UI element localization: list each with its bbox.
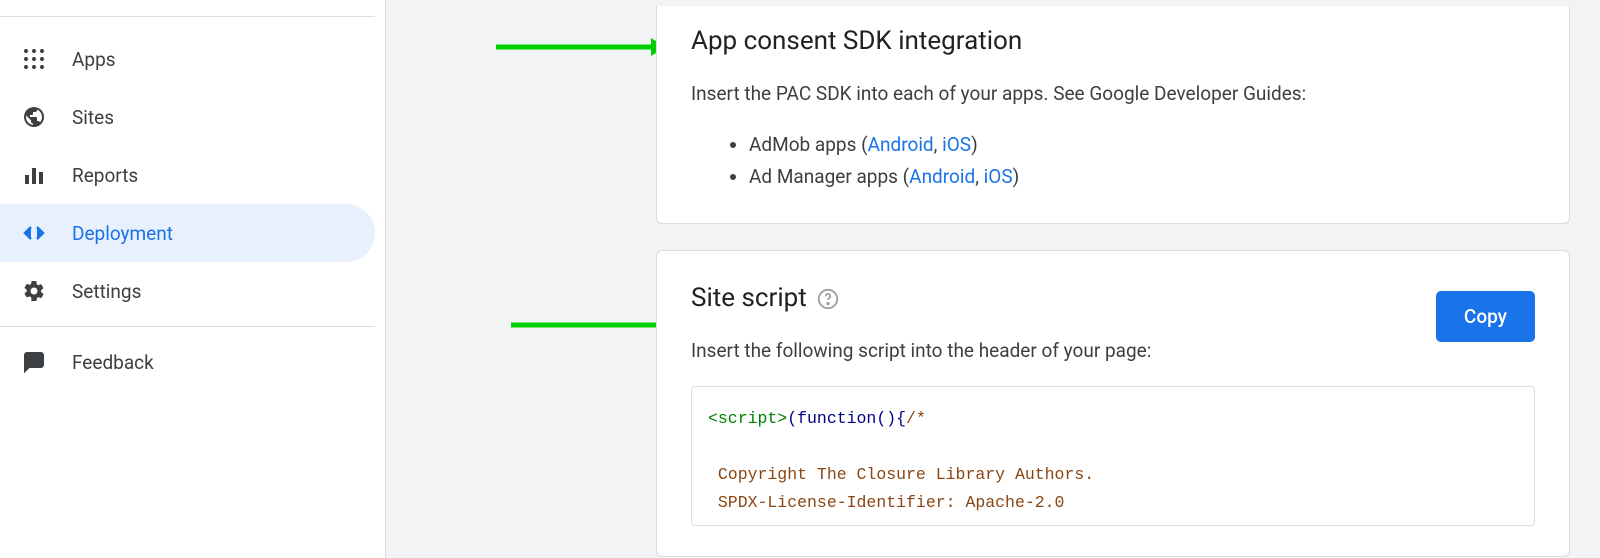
link-ios[interactable]: iOS bbox=[942, 133, 971, 156]
link-android[interactable]: Android bbox=[909, 165, 975, 188]
sidebar-item-deployment[interactable]: Deployment bbox=[0, 204, 375, 262]
nav-list-footer: Feedback bbox=[0, 333, 385, 391]
sidebar-item-reports[interactable]: Reports bbox=[0, 146, 375, 204]
link-android[interactable]: Android bbox=[868, 133, 934, 156]
main-content: App consent SDK integration Insert the P… bbox=[386, 0, 1600, 558]
sidebar-divider bbox=[0, 16, 375, 17]
guide-list: AdMob apps (Android, iOS) Ad Manager app… bbox=[691, 129, 1535, 194]
copy-button[interactable]: Copy bbox=[1436, 291, 1535, 342]
card-site-script: Site script Copy Insert the following sc… bbox=[656, 250, 1570, 557]
sidebar-item-label: Feedback bbox=[72, 351, 154, 374]
gear-icon bbox=[22, 279, 46, 303]
sidebar: Apps Sites Reports Deployment bbox=[0, 0, 386, 558]
sidebar-separator bbox=[0, 326, 375, 327]
sidebar-item-sites[interactable]: Sites bbox=[0, 88, 375, 146]
bar-chart-icon bbox=[22, 163, 46, 187]
sidebar-item-label: Deployment bbox=[72, 222, 173, 245]
card-description: Insert the following script into the hea… bbox=[691, 337, 1535, 366]
help-icon[interactable] bbox=[817, 287, 839, 309]
apps-icon bbox=[22, 47, 46, 71]
card-title: Site script bbox=[691, 283, 1535, 313]
card-description: Insert the PAC SDK into each of your app… bbox=[691, 80, 1535, 109]
sidebar-item-settings[interactable]: Settings bbox=[0, 262, 375, 320]
card-sdk-integration: App consent SDK integration Insert the P… bbox=[656, 6, 1570, 224]
sidebar-item-label: Settings bbox=[72, 280, 141, 303]
sidebar-item-apps[interactable]: Apps bbox=[0, 30, 375, 88]
nav-list: Apps Sites Reports Deployment bbox=[0, 30, 385, 320]
annotation-arrow bbox=[496, 38, 666, 56]
sidebar-item-label: Apps bbox=[72, 48, 116, 71]
sidebar-item-feedback[interactable]: Feedback bbox=[0, 333, 375, 391]
code-icon bbox=[22, 221, 46, 245]
sidebar-item-label: Sites bbox=[72, 106, 114, 129]
globe-icon bbox=[22, 105, 46, 129]
code-block[interactable]: <script>(function(){/* Copyright The Clo… bbox=[691, 386, 1535, 526]
sidebar-item-label: Reports bbox=[72, 164, 138, 187]
card-title: App consent SDK integration bbox=[691, 26, 1535, 56]
list-item: Ad Manager apps (Android, iOS) bbox=[749, 161, 1535, 193]
feedback-icon bbox=[22, 350, 46, 374]
link-ios[interactable]: iOS bbox=[984, 165, 1013, 188]
list-item: AdMob apps (Android, iOS) bbox=[749, 129, 1535, 161]
